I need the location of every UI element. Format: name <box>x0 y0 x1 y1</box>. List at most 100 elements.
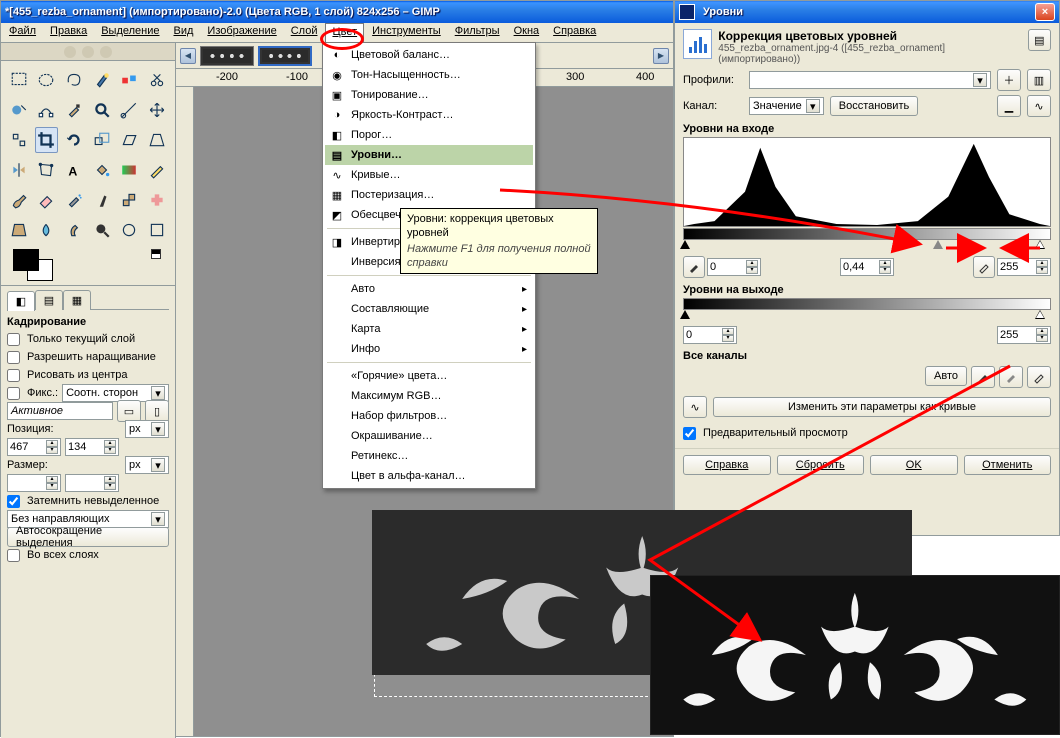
mi-threshold[interactable]: ◧Порог… <box>325 125 533 145</box>
tool-bucket[interactable] <box>90 157 114 183</box>
tool-by-color[interactable] <box>118 67 142 93</box>
mi-maxrgb[interactable]: Максимум RGB… <box>325 386 533 406</box>
levels-close-button[interactable]: × <box>1035 3 1055 21</box>
chk-darken[interactable] <box>7 495 20 508</box>
menu-help[interactable]: Справка <box>547 23 602 42</box>
mi-levels[interactable]: ▤Уровни… <box>325 145 533 165</box>
tab-scroll-left-icon[interactable]: ◀ <box>180 48 196 64</box>
menu-layer[interactable]: Слой <box>285 23 324 42</box>
input-gamma-slider[interactable] <box>933 240 943 249</box>
tool-fuzzy-select[interactable] <box>90 67 114 93</box>
mi-colorize[interactable]: ▣Тонирование… <box>325 85 533 105</box>
tool-zoom[interactable] <box>90 97 114 123</box>
btn-reset-channel[interactable]: Восстановить <box>830 96 918 116</box>
input-white-slider[interactable] <box>1035 240 1045 249</box>
output-black-slider[interactable] <box>680 310 690 319</box>
sel-size-unit[interactable]: px▾ <box>125 456 169 474</box>
input-slider-track[interactable] <box>683 240 1051 252</box>
mi-auto[interactable]: Авто <box>325 279 533 299</box>
active-field[interactable]: Активное <box>7 402 113 420</box>
sel-channel[interactable]: Значение▾ <box>749 97 824 115</box>
input-hi-field[interactable]: 255▴▾ <box>997 258 1051 276</box>
curves-link-icon[interactable]: ∿ <box>683 396 707 418</box>
tool-move[interactable] <box>145 97 169 123</box>
btn-edit-as-curves[interactable]: Изменить эти параметры как кривые <box>713 397 1051 417</box>
mi-curves[interactable]: ∿Кривые… <box>325 165 533 185</box>
levels-extra-button[interactable]: ▤ <box>1028 29 1051 51</box>
output-hi-field[interactable]: 255▴▾ <box>997 326 1051 344</box>
levels-titlebar[interactable]: Уровни × <box>675 1 1059 23</box>
mi-color-to-alpha[interactable]: Цвет в альфа-канал… <box>325 466 533 486</box>
tool-airbrush[interactable] <box>62 187 86 213</box>
tool-blur[interactable] <box>35 217 59 243</box>
mi-posterize[interactable]: ▦Постеризация… <box>325 185 533 205</box>
orient-portrait-icon[interactable]: ▯ <box>145 400 169 422</box>
pos-x-field[interactable]: 467▴▾ <box>7 438 61 456</box>
fg-color-swatch[interactable] <box>13 249 39 271</box>
tool-scale[interactable] <box>90 127 114 153</box>
tab-options-icon[interactable]: ◧ <box>7 291 35 311</box>
tool-rect-select[interactable] <box>7 67 31 93</box>
picker-mid-icon[interactable] <box>999 366 1023 388</box>
image-tab-2[interactable] <box>258 46 312 66</box>
output-slider-track[interactable] <box>683 310 1051 322</box>
menu-color[interactable]: Цвет <box>325 23 364 43</box>
tool-flip[interactable] <box>7 157 31 183</box>
tool-ink[interactable] <box>90 187 114 213</box>
tool-extra-b[interactable] <box>145 217 169 243</box>
tool-clone[interactable] <box>118 187 142 213</box>
menu-windows[interactable]: Окна <box>508 23 546 42</box>
tool-free-select[interactable] <box>62 67 86 93</box>
mi-map[interactable]: Карта <box>325 319 533 339</box>
image-tab-1[interactable] <box>200 46 254 66</box>
tab-other-icon[interactable]: ▦ <box>63 290 91 310</box>
mi-hot[interactable]: «Горячие» цвета… <box>325 366 533 386</box>
input-lo-field[interactable]: 0▴▾ <box>707 258 761 276</box>
menu-tools[interactable]: Инструменты <box>366 23 447 42</box>
sel-pos-unit[interactable]: px▾ <box>125 420 169 438</box>
mi-filterpack[interactable]: Набор фильтров… <box>325 406 533 426</box>
chk-from-center[interactable] <box>7 369 20 382</box>
hist-log-icon[interactable]: ∿ <box>1027 95 1051 117</box>
picker-black-icon[interactable] <box>683 256 705 278</box>
tool-smudge[interactable] <box>62 217 86 243</box>
size-h-field[interactable]: ▴▾ <box>65 474 119 492</box>
menu-file[interactable]: Файл <box>3 23 42 42</box>
tool-perspective[interactable] <box>145 127 169 153</box>
size-w-field[interactable]: ▴▾ <box>7 474 61 492</box>
orient-landscape-icon[interactable]: ▭ <box>117 400 141 422</box>
fg-bg-colors[interactable] <box>9 247 167 283</box>
tool-pencil[interactable] <box>145 157 169 183</box>
tool-crop[interactable] <box>35 127 59 153</box>
tool-color-picker[interactable] <box>62 97 86 123</box>
mi-components[interactable]: Составляющие <box>325 299 533 319</box>
mi-retinex[interactable]: Ретинекс… <box>325 446 533 466</box>
tool-paths[interactable] <box>35 97 59 123</box>
tool-shear[interactable] <box>118 127 142 153</box>
menu-select[interactable]: Выделение <box>95 23 165 42</box>
tool-perspective-clone[interactable] <box>7 217 31 243</box>
default-colors-icon[interactable] <box>151 249 161 259</box>
tool-text[interactable]: A <box>62 157 86 183</box>
chk-preview[interactable] <box>683 427 696 440</box>
btn-cancel[interactable]: Отменить <box>964 455 1052 475</box>
tool-paintbrush[interactable] <box>7 187 31 213</box>
btn-reset[interactable]: Сбросить <box>777 455 865 475</box>
menu-image[interactable]: Изображение <box>201 23 282 42</box>
profiles-del-button[interactable]: ▥ <box>1027 69 1051 91</box>
chk-allow-grow[interactable] <box>7 351 20 364</box>
profiles-add-button[interactable]: ＋ <box>997 69 1021 91</box>
output-lo-field[interactable]: 0▴▾ <box>683 326 737 344</box>
btn-autoshrink[interactable]: Автосокращение выделения <box>7 527 169 547</box>
picker-shadows-icon[interactable] <box>971 366 995 388</box>
chk-only-current[interactable] <box>7 333 20 346</box>
pos-y-field[interactable]: 134▴▾ <box>65 438 119 456</box>
tool-rotate[interactable] <box>62 127 86 153</box>
input-gamma-field[interactable]: 0,44▴▾ <box>840 258 894 276</box>
btn-ok[interactable]: OK <box>870 455 958 475</box>
tool-dodge[interactable] <box>90 217 114 243</box>
hist-linear-icon[interactable]: ▁ <box>997 95 1021 117</box>
menu-view[interactable]: Вид <box>168 23 200 42</box>
mi-brightness-contrast[interactable]: ◑Яркость-Контраст… <box>325 105 533 125</box>
tool-ellipse-select[interactable] <box>35 67 59 93</box>
